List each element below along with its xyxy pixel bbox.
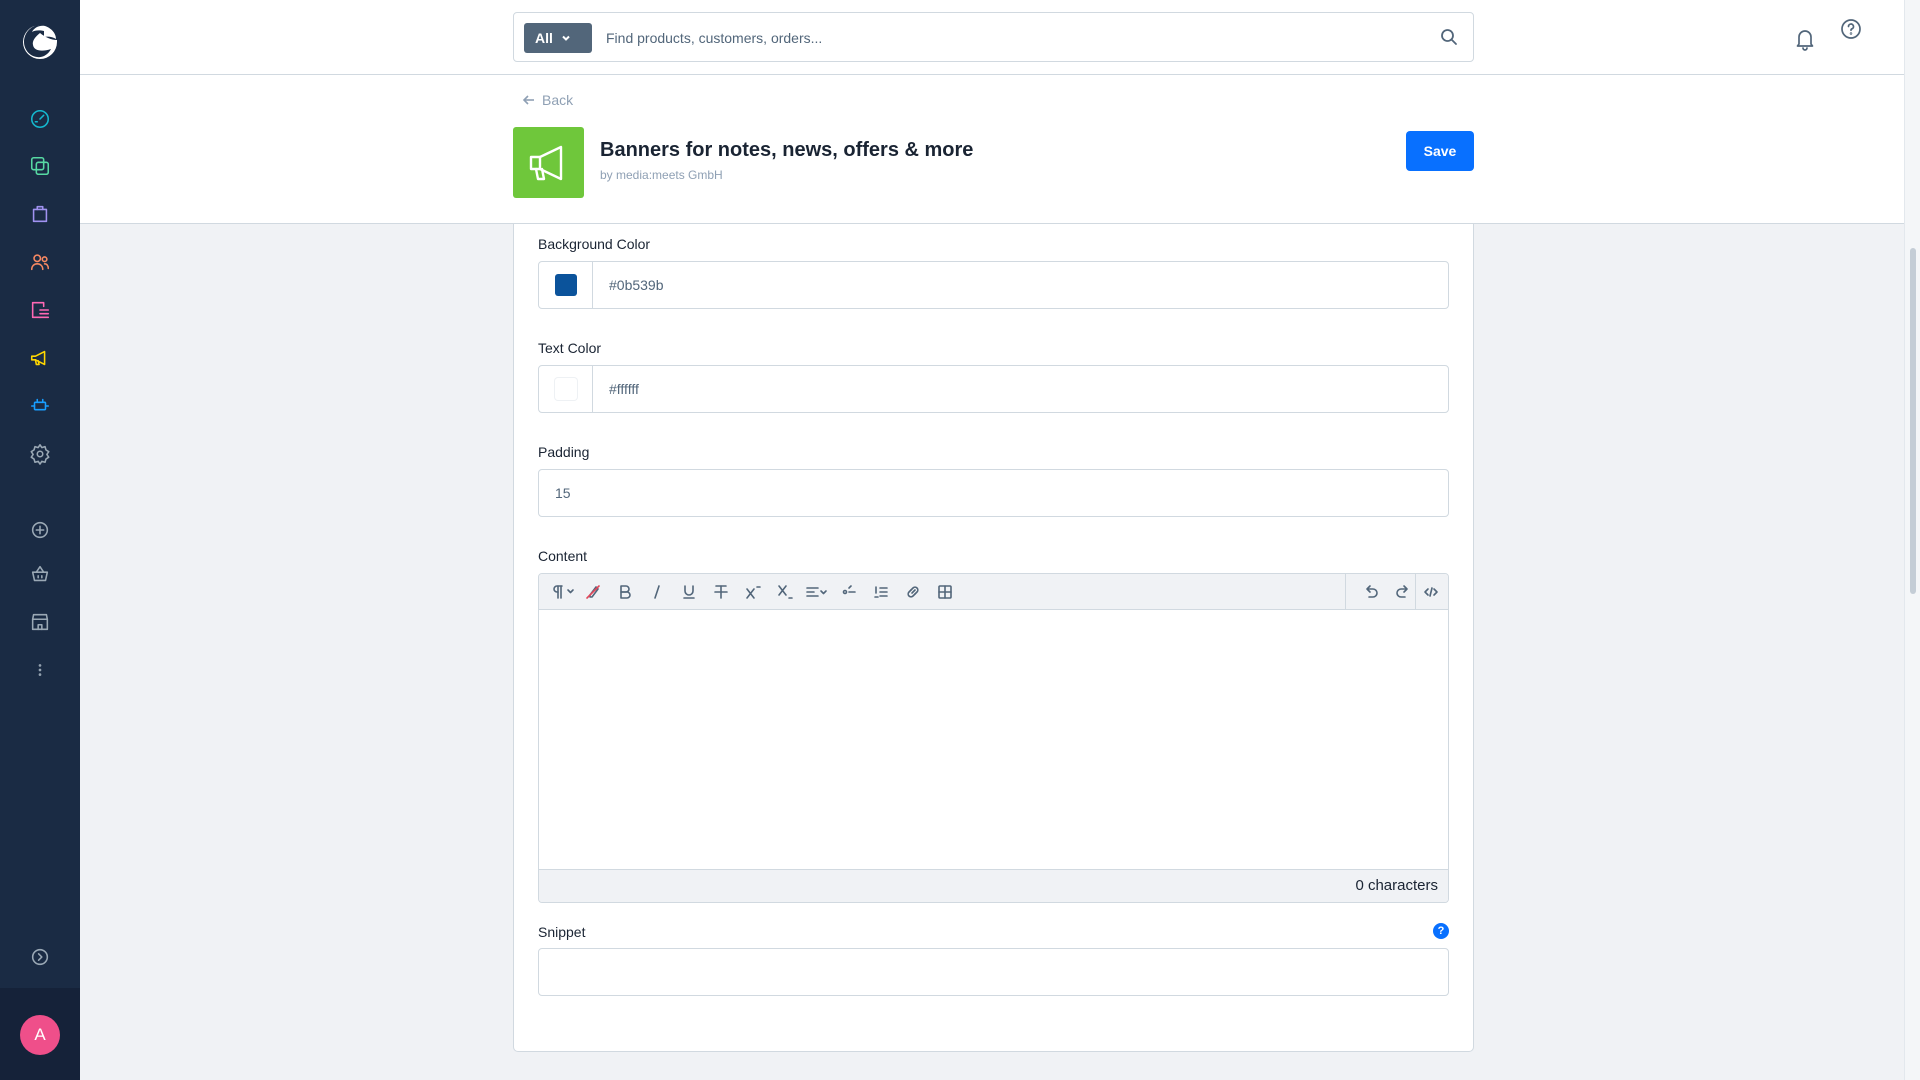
code-view-icon[interactable] bbox=[1419, 580, 1443, 604]
dashboard-icon[interactable] bbox=[28, 107, 52, 131]
text-color-input[interactable] bbox=[609, 366, 1429, 412]
catalogue-icon[interactable] bbox=[28, 154, 52, 178]
editor-content-area[interactable] bbox=[539, 610, 1448, 869]
content-editor: 0 characters bbox=[538, 573, 1449, 903]
background-color-swatch-button[interactable] bbox=[539, 262, 593, 308]
back-label: Back bbox=[542, 92, 574, 108]
top-bar: All bbox=[80, 0, 1904, 75]
snippet-field bbox=[538, 948, 1449, 996]
orders-icon[interactable] bbox=[28, 202, 52, 226]
basket-icon[interactable] bbox=[28, 562, 52, 586]
search-type-label: All bbox=[535, 30, 553, 46]
notifications-bell-icon[interactable] bbox=[1792, 26, 1818, 52]
text-color-field bbox=[538, 365, 1449, 413]
snippet-label: Snippet bbox=[538, 924, 586, 940]
megaphone-icon bbox=[529, 145, 562, 180]
page-title: Banners for notes, news, offers & more bbox=[600, 139, 974, 161]
search-icon[interactable] bbox=[1439, 27, 1459, 47]
text-color-swatch bbox=[554, 378, 577, 400]
search-type-dropdown[interactable]: All bbox=[524, 23, 592, 53]
superscript-icon[interactable] bbox=[741, 580, 765, 604]
config-card: Background Color Text Color Padding Cont… bbox=[513, 224, 1474, 1052]
subscript-icon[interactable] bbox=[773, 580, 797, 604]
italic-icon[interactable] bbox=[645, 580, 669, 604]
underline-icon[interactable] bbox=[677, 580, 701, 604]
expand-icon[interactable] bbox=[28, 945, 52, 969]
save-button[interactable]: Save bbox=[1406, 131, 1474, 171]
snippet-help-icon[interactable]: ? bbox=[1433, 923, 1449, 939]
link-icon[interactable] bbox=[901, 580, 925, 604]
settings-icon[interactable] bbox=[28, 442, 52, 466]
character-count: 0 characters bbox=[1355, 877, 1438, 894]
content-icon[interactable] bbox=[28, 298, 52, 322]
background-color-input[interactable] bbox=[609, 262, 1429, 308]
app-icon bbox=[513, 127, 584, 198]
content-label: Content bbox=[538, 548, 588, 564]
background-color-label: Background Color bbox=[538, 236, 651, 252]
shopware-logo-icon[interactable] bbox=[20, 22, 60, 62]
numbered-list-icon[interactable] bbox=[869, 580, 893, 604]
editor-footer: 0 characters bbox=[539, 869, 1448, 902]
clear-format-icon[interactable] bbox=[581, 580, 605, 604]
table-icon[interactable] bbox=[933, 580, 957, 604]
editor-toolbar bbox=[539, 574, 1448, 610]
store-icon[interactable] bbox=[28, 610, 52, 634]
bold-icon[interactable] bbox=[613, 580, 637, 604]
redo-icon[interactable] bbox=[1391, 580, 1415, 604]
snippet-input[interactable] bbox=[555, 949, 1435, 995]
page-scrollbar[interactable] bbox=[1904, 0, 1920, 1080]
paragraph-format-icon[interactable] bbox=[549, 580, 579, 604]
extensions-icon[interactable] bbox=[28, 394, 52, 418]
search-input[interactable] bbox=[606, 24, 1406, 52]
app-vendor: by media:meets GmbH bbox=[600, 168, 723, 182]
chevron-down-icon bbox=[562, 35, 570, 41]
page-header: Back Banners for notes, news, offers & m… bbox=[80, 75, 1904, 224]
help-icon[interactable] bbox=[1838, 16, 1864, 42]
sidebar: A bbox=[0, 0, 80, 1080]
toolbar-divider bbox=[1345, 574, 1346, 609]
text-color-swatch-button[interactable] bbox=[539, 366, 593, 412]
scrollbar-thumb[interactable] bbox=[1910, 248, 1916, 594]
global-search: All bbox=[513, 12, 1474, 62]
avatar[interactable]: A bbox=[20, 1015, 60, 1055]
add-icon[interactable] bbox=[28, 518, 52, 542]
marketing-icon[interactable] bbox=[28, 346, 52, 370]
text-color-label: Text Color bbox=[538, 340, 602, 356]
arrow-left-icon bbox=[522, 95, 534, 105]
background-color-field bbox=[538, 261, 1449, 309]
toolbar-divider bbox=[1415, 574, 1416, 609]
undo-icon[interactable] bbox=[1359, 580, 1383, 604]
background-color-swatch bbox=[554, 274, 577, 296]
more-icon[interactable] bbox=[28, 658, 52, 682]
customers-icon[interactable] bbox=[28, 250, 52, 274]
strikethrough-icon[interactable] bbox=[709, 580, 733, 604]
padding-label: Padding bbox=[538, 444, 590, 460]
back-link[interactable]: Back bbox=[522, 92, 573, 108]
text-align-icon[interactable] bbox=[801, 580, 833, 604]
padding-field bbox=[538, 469, 1449, 517]
bullet-list-icon[interactable] bbox=[837, 580, 861, 604]
padding-input[interactable] bbox=[555, 470, 1435, 516]
